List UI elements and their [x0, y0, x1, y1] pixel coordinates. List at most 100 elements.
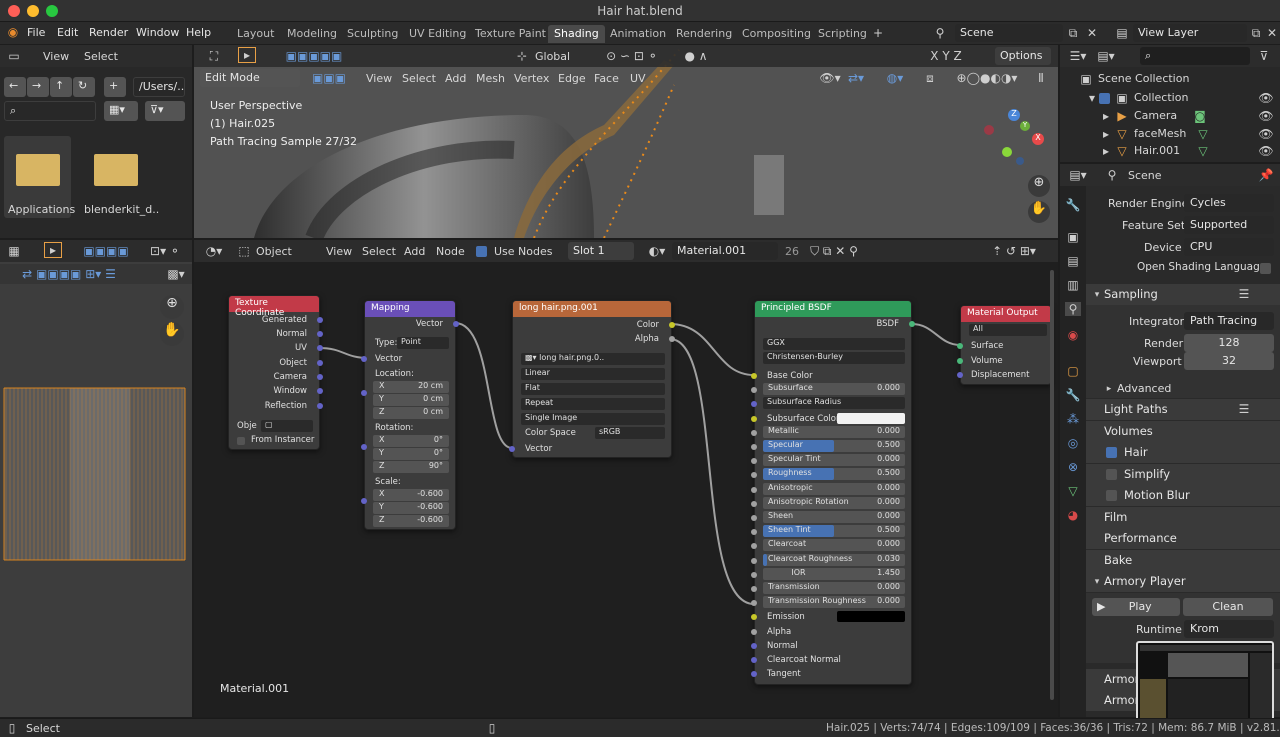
display-mode-button[interactable]: ▦▾: [104, 101, 138, 121]
integrator-dropdown[interactable]: Path Tracing: [1184, 312, 1274, 330]
scene-tab-icon[interactable]: ⚲: [1065, 302, 1081, 316]
scl-field-y[interactable]: Y -0.600: [373, 502, 449, 514]
axis-neg-y-icon[interactable]: [1002, 147, 1012, 157]
node-header[interactable]: Mapping: [365, 301, 455, 317]
viewport-menu-edge[interactable]: Edge: [558, 72, 586, 85]
tab-shading[interactable]: Shading: [548, 25, 605, 43]
viewport-menu-face[interactable]: Face: [594, 72, 619, 85]
socket[interactable]: [751, 401, 757, 408]
back-button[interactable]: ←: [4, 77, 26, 97]
select-tool-icon[interactable]: ▸: [238, 47, 256, 63]
new-dir-button[interactable]: +: [104, 77, 126, 97]
refresh-button[interactable]: ↻: [73, 77, 95, 97]
outliner-search-input[interactable]: ⌕: [1140, 47, 1250, 65]
input-specular[interactable]: Specular 0.500: [763, 440, 905, 452]
socket[interactable]: [317, 331, 323, 337]
socket[interactable]: [751, 642, 757, 649]
menu-file[interactable]: File: [27, 26, 45, 39]
viewport-menu-select[interactable]: Select: [402, 72, 436, 85]
physics-tab-icon[interactable]: ◎: [1065, 436, 1081, 450]
input-transmission[interactable]: Transmission 0.000: [763, 582, 905, 594]
loc-field-z[interactable]: Z 0 cm: [373, 407, 449, 419]
object-tab-icon[interactable]: ▢: [1065, 364, 1081, 378]
outliner-item-hair[interactable]: ▸ ▽ Hair.001 ▽ 👁: [1060, 142, 1280, 160]
viewport-samples-field[interactable]: 32: [1184, 352, 1274, 370]
node-editor[interactable]: ◔▾ ⬚ Object View Select Add Node Use Nod…: [194, 240, 1058, 717]
input-anisotropic[interactable]: Anisotropic 0.000: [763, 482, 905, 495]
expand-arrow-icon[interactable]: ▸: [1104, 382, 1114, 396]
socket[interactable]: [669, 336, 675, 342]
new-view-layer-icon[interactable]: ⧉: [1249, 26, 1263, 40]
viewport-menu-mesh[interactable]: Mesh: [476, 72, 505, 85]
input-transmission-roughness[interactable]: Transmission Roughness 0.000: [763, 596, 905, 609]
socket[interactable]: [361, 444, 367, 450]
osl-checkbox[interactable]: [1260, 263, 1271, 274]
scl-field-z[interactable]: Z -0.600: [373, 515, 449, 527]
distribution-dropdown[interactable]: GGX: [763, 338, 905, 350]
pan-hand-icon[interactable]: ✋: [160, 322, 184, 346]
input-subsurface[interactable]: Subsurface 0.000: [763, 383, 905, 396]
subsurface-color-swatch[interactable]: [837, 412, 905, 424]
display-mode-icon[interactable]: ▤▾: [1094, 49, 1118, 63]
socket[interactable]: [317, 345, 323, 351]
axis-neg-z-icon[interactable]: [1016, 157, 1024, 165]
play-button[interactable]: ▶ Play: [1092, 598, 1180, 616]
emission-swatch[interactable]: [837, 611, 905, 623]
loc-field-x[interactable]: X 20 cm: [373, 381, 449, 393]
axis-z-icon[interactable]: Z: [1008, 109, 1020, 121]
socket[interactable]: [669, 322, 675, 328]
delete-view-layer-icon[interactable]: ✕: [1265, 26, 1279, 40]
visibility-eye-icon[interactable]: 👁: [1258, 127, 1274, 141]
tab-rendering[interactable]: Rendering: [670, 25, 738, 43]
socket[interactable]: [751, 444, 757, 450]
socket[interactable]: [751, 671, 757, 678]
menu-render[interactable]: Render: [89, 26, 128, 39]
socket[interactable]: [751, 429, 757, 436]
viewport-menu-vertex[interactable]: Vertex: [514, 72, 549, 85]
simplify-checkbox[interactable]: [1106, 469, 1117, 480]
node-editor-scrollbar[interactable]: [1050, 270, 1054, 700]
filter-icon[interactable]: ⊽: [1256, 49, 1272, 63]
editor-type-icon[interactable]: ⛶: [202, 49, 226, 63]
xray-icon[interactable]: ⧈: [920, 71, 940, 85]
select-mode-icons[interactable]: ▣▣▣▣▣: [274, 49, 354, 63]
node-mapping[interactable]: Mapping Vector Type: Point Vector Locati…: [361, 300, 459, 530]
socket[interactable]: [317, 374, 323, 380]
color-space-dropdown[interactable]: sRGB: [595, 427, 665, 439]
3d-viewport[interactable]: ⛶ ▸ ▣▣▣▣▣ ⊹ Global ⊙ ∽ ⊡ ⚬ ● ∧ X Y Z Opt…: [194, 45, 1058, 238]
socket[interactable]: [751, 571, 757, 578]
presets-icon[interactable]: ☰: [1236, 287, 1252, 301]
socket[interactable]: [751, 557, 757, 564]
mirror-axis-buttons[interactable]: X Y Z: [921, 49, 971, 63]
axis-neg-x-icon[interactable]: [984, 125, 994, 135]
parent-dir-button[interactable]: ↑: [50, 77, 72, 97]
uv-select-mode-icons[interactable]: ⇄ ▣▣▣▣ ⊞▾ ☰: [4, 267, 134, 281]
feature-set-dropdown[interactable]: Supported: [1184, 216, 1274, 234]
tab-animation[interactable]: Animation: [604, 25, 672, 43]
select-tool-icon[interactable]: ▸: [44, 242, 62, 258]
input-sheen[interactable]: Sheen 0.000: [763, 511, 905, 523]
input-anisotropic-rotation[interactable]: Anisotropic Rotation 0.000: [763, 496, 905, 509]
input-metallic[interactable]: Metallic 0.000: [763, 425, 905, 438]
input-clearcoat[interactable]: Clearcoat 0.000: [763, 539, 905, 552]
bake-panel-header[interactable]: Bake: [1086, 550, 1280, 571]
clean-button[interactable]: Clean: [1183, 598, 1273, 616]
file-view-menu[interactable]: View: [43, 50, 69, 63]
motion-blur-checkbox[interactable]: [1106, 490, 1117, 501]
transform-orientation-icon[interactable]: ⊹: [514, 49, 530, 63]
volumes-panel-header[interactable]: Volumes: [1086, 421, 1280, 442]
scene-selector-icon[interactable]: ⚲: [930, 26, 950, 40]
screenshot-thumbnail[interactable]: [1136, 641, 1274, 721]
tab-uv-editing[interactable]: UV Editing: [403, 25, 472, 43]
expand-arrow-icon[interactable]: ▾: [1086, 91, 1098, 105]
forward-button[interactable]: →: [27, 77, 49, 97]
socket[interactable]: [957, 343, 963, 349]
socket[interactable]: [751, 458, 757, 465]
input-clearcoat-roughness[interactable]: Clearcoat Roughness 0.030: [763, 553, 905, 566]
visibility-eye-icon[interactable]: 👁: [1258, 91, 1274, 105]
socket[interactable]: [909, 321, 915, 327]
delete-scene-icon[interactable]: ✕: [1085, 26, 1099, 40]
gizmo-icon[interactable]: ⇄▾: [841, 71, 871, 85]
file-search-input[interactable]: ⌕: [4, 101, 96, 121]
expand-arrow-icon[interactable]: ▾: [1092, 575, 1102, 589]
